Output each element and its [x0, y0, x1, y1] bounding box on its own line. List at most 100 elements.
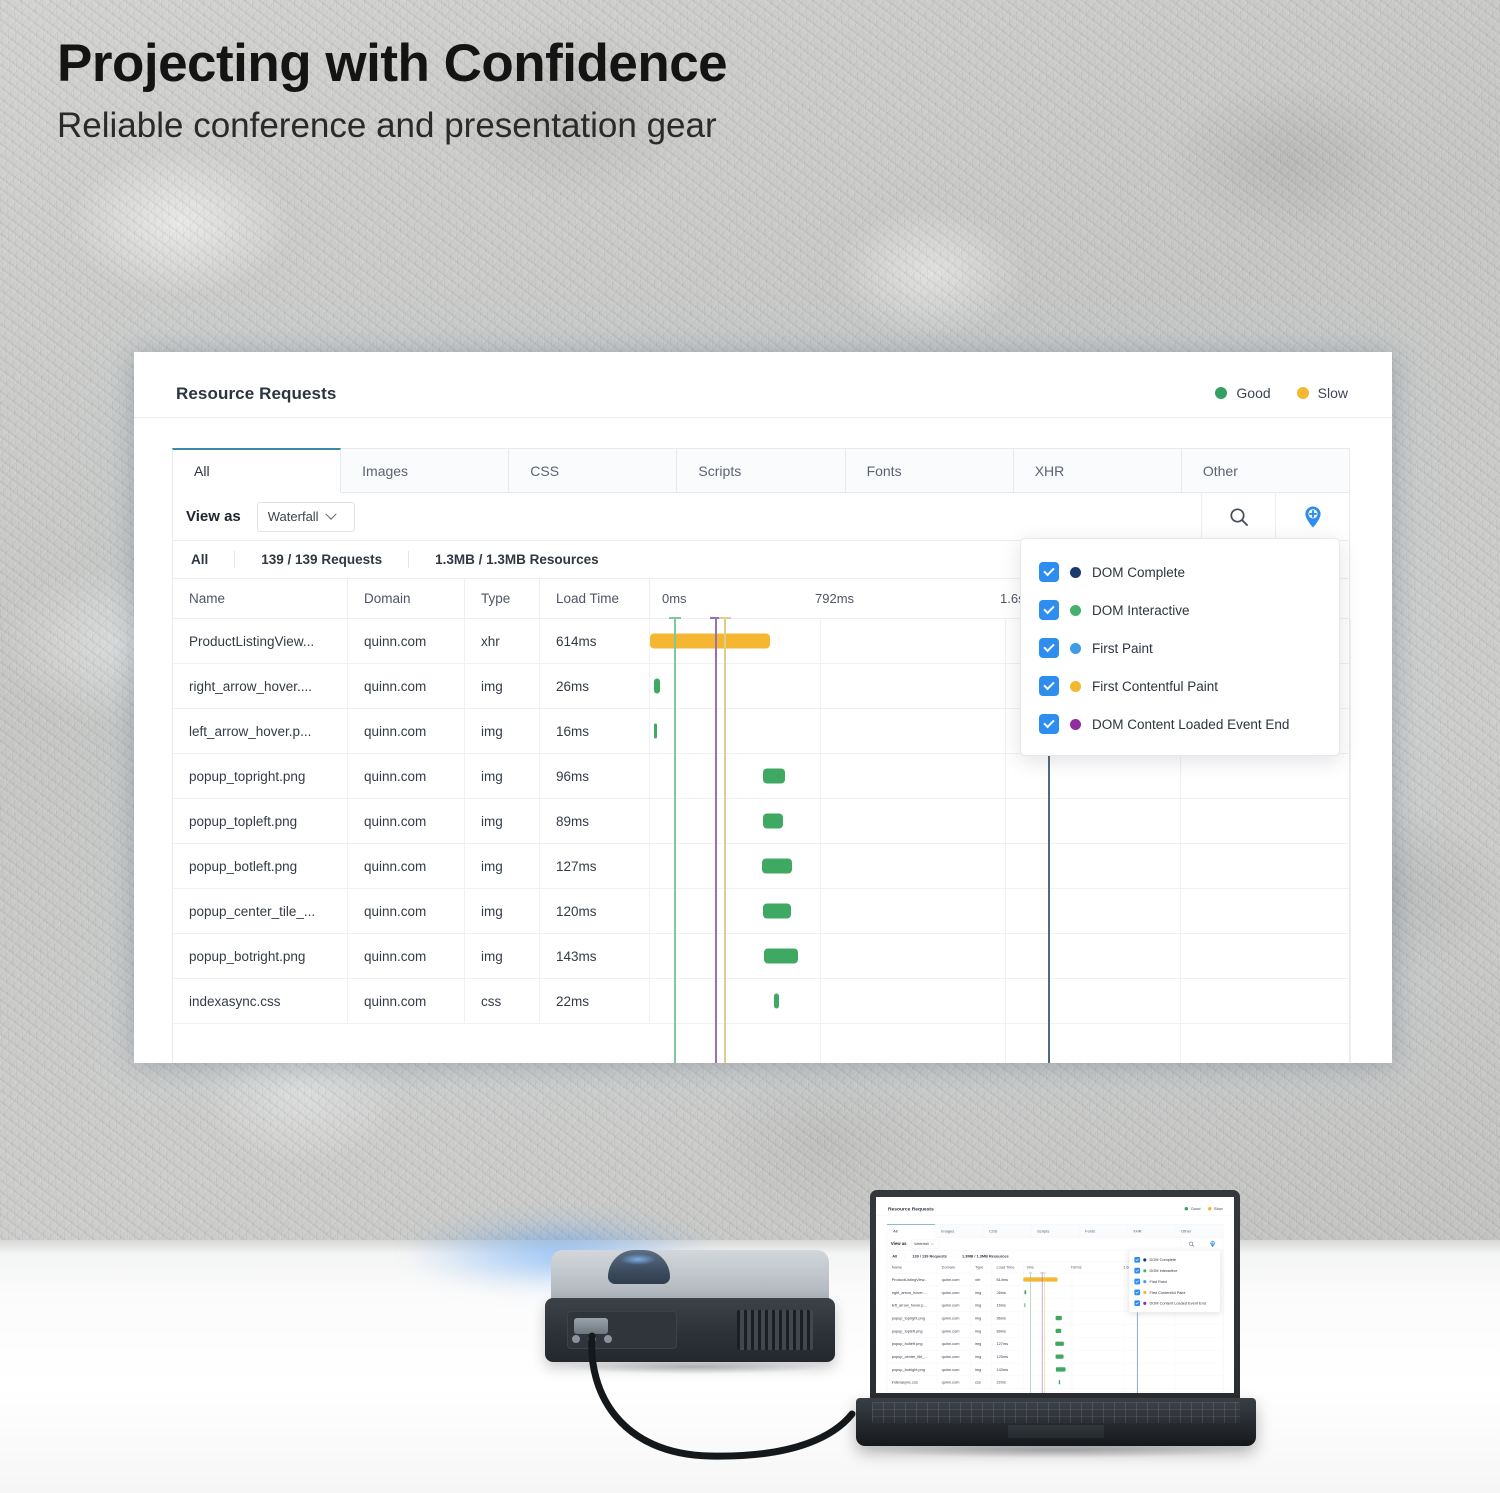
- checkbox-checked-icon[interactable]: [1039, 676, 1059, 696]
- event-marker-first-contentful-paint: [719, 617, 731, 1063]
- checkbox-checked-icon[interactable]: [1039, 600, 1059, 620]
- table-row: popup_botright.png quinn.com img 143ms: [887, 1363, 1223, 1377]
- waterfall-gridline-1: [1005, 619, 1006, 1063]
- table-row[interactable]: popup_topleft.png quinn.com img 89ms: [173, 798, 1349, 844]
- tab-scripts[interactable]: Scripts: [677, 448, 846, 493]
- legend-dot: [1184, 1206, 1189, 1211]
- search-button[interactable]: [1201, 492, 1275, 541]
- timeline-tick-1: 792ms: [1070, 1265, 1082, 1270]
- cell-name: ProductListingView...: [173, 618, 348, 664]
- cell-waterfall: [1023, 1337, 1223, 1350]
- dropdown-item-first-contentful-paint[interactable]: First Contentful Paint: [1021, 667, 1339, 705]
- checkbox-checked-icon[interactable]: [1039, 562, 1059, 582]
- tab-other[interactable]: Other: [1181, 448, 1350, 493]
- legend-label: Good: [1236, 385, 1271, 401]
- cell-load-time: 127ms: [992, 1337, 1024, 1351]
- laptop-trackpad[interactable]: [1008, 1425, 1104, 1438]
- tab-images[interactable]: Images: [341, 448, 510, 493]
- cell-name: popup_topleft.png: [887, 1324, 938, 1338]
- column-header-type[interactable]: Type: [465, 578, 540, 619]
- laptop-lid: Resource Requests Good Slow All Images CSS S…: [870, 1190, 1240, 1402]
- column-header-load-time[interactable]: Load Time: [540, 578, 650, 619]
- search-icon: [1229, 507, 1248, 526]
- legend-item-slow: Slow: [1207, 1206, 1223, 1211]
- hdmi-cable: [588, 1332, 856, 1460]
- marker-color-dot: [1143, 1258, 1147, 1262]
- dropdown-item-dom-complete: DOM Complete: [1129, 1254, 1220, 1265]
- view-as-value: Waterfall: [914, 1241, 929, 1247]
- tab-fonts[interactable]: Fonts: [845, 448, 1014, 493]
- table-row[interactable]: popup_botright.png quinn.com img 143ms: [173, 933, 1349, 979]
- waterfall-bar: [763, 903, 791, 919]
- tab-all[interactable]: All: [172, 448, 342, 493]
- cell-name: indexasync.css: [887, 1375, 938, 1389]
- waterfall-bar: [764, 948, 798, 964]
- waterfall-bar: [762, 858, 792, 874]
- cell-name: popup_botright.png: [887, 1363, 938, 1376]
- map-pin-add-icon: [1304, 506, 1321, 527]
- add-marker-button[interactable]: [1275, 492, 1349, 541]
- cell-domain: quinn.com: [937, 1285, 971, 1299]
- table-row[interactable]: indexasync.css quinn.com css 22ms: [173, 978, 1349, 1024]
- cell-load-time: 143ms: [992, 1363, 1024, 1376]
- cell-name: popup_botleft.png: [887, 1337, 938, 1351]
- checkbox-checked-icon[interactable]: [1039, 714, 1059, 734]
- cell-waterfall: [650, 934, 1349, 979]
- cell-domain: quinn.com: [348, 843, 465, 889]
- cell-type: img: [971, 1324, 992, 1338]
- checkbox-checked-icon[interactable]: [1039, 638, 1059, 658]
- legend-item-good: Good: [1184, 1206, 1201, 1211]
- dropdown-item-dom-complete[interactable]: DOM Complete: [1021, 553, 1339, 591]
- column-header-name: Name: [887, 1261, 938, 1274]
- cell-waterfall: [650, 754, 1349, 799]
- cell-load-time: 127ms: [540, 843, 650, 889]
- cell-type: img: [465, 753, 540, 799]
- marker-color-dot: [1143, 1279, 1147, 1284]
- column-header-domain[interactable]: Domain: [348, 578, 465, 619]
- table-row: indexasync.css quinn.com css 22ms: [887, 1375, 1223, 1389]
- laptop-keyboard[interactable]: [872, 1402, 1240, 1423]
- filter-tabs[interactable]: All Images CSS Scripts Fonts XHR Other: [172, 448, 1350, 493]
- view-as-select[interactable]: Waterfall: [256, 501, 355, 532]
- cell-name: right_arrow_hover....: [173, 663, 348, 709]
- map-pin-add-icon: [1210, 1240, 1215, 1247]
- tab-xhr[interactable]: XHR: [1013, 448, 1182, 493]
- search-button: [1180, 1237, 1202, 1251]
- legend-dot: [1207, 1206, 1212, 1211]
- marker-color-dot: [1070, 718, 1081, 730]
- cell-name: popup_botleft.png: [173, 843, 348, 889]
- waterfall-gridline-3: [1350, 619, 1351, 1063]
- marker-color-dot: [1070, 566, 1081, 578]
- event-marker-dom-content-loaded-event-end: [1040, 1272, 1044, 1393]
- marker-color-dot: [1143, 1301, 1147, 1305]
- table-row[interactable]: popup_topright.png quinn.com img 96ms: [173, 753, 1349, 799]
- add-marker-button: [1201, 1237, 1223, 1251]
- summary-divider: [234, 551, 236, 568]
- event-marker-dropdown[interactable]: DOM Complete DOM Interactive First Paint Fi…: [1020, 538, 1340, 756]
- dropdown-item-dom-content-loaded-event-end[interactable]: DOM Content Loaded Event End: [1021, 705, 1339, 743]
- projector-top-shell: [551, 1250, 829, 1304]
- cell-type: img: [971, 1285, 992, 1299]
- table-row[interactable]: popup_center_tile_... quinn.com img 120ms: [173, 888, 1349, 934]
- marker-color-dot: [1070, 642, 1081, 654]
- view-as-label: View as: [186, 508, 241, 525]
- tab-css[interactable]: CSS: [509, 448, 678, 493]
- cell-waterfall: [1023, 1363, 1223, 1376]
- cell-waterfall: [650, 889, 1349, 934]
- timeline-tick-0: 0ms: [1026, 1265, 1034, 1270]
- dropdown-item-first-paint[interactable]: First Paint: [1021, 629, 1339, 667]
- table-row[interactable]: popup_botleft.png quinn.com img 127ms: [173, 843, 1349, 889]
- cell-load-time: 26ms: [540, 663, 650, 709]
- checkbox-checked-icon: [1134, 1267, 1141, 1274]
- dropdown-item-dom-interactive[interactable]: DOM Interactive: [1021, 591, 1339, 629]
- column-header-load-time: Load Time: [992, 1261, 1024, 1274]
- chevron-down-icon: [930, 1241, 934, 1245]
- column-header-name[interactable]: Name: [173, 578, 348, 619]
- laptop-device: Resource Requests Good Slow All Images CSS S…: [856, 1190, 1256, 1458]
- view-as-value: Waterfall: [267, 509, 319, 524]
- cell-type: img: [971, 1350, 992, 1364]
- cell-domain: quinn.com: [937, 1350, 971, 1364]
- cell-load-time: 614ms: [540, 618, 650, 664]
- table-row: popup_center_tile_... quinn.com img 120ms: [887, 1350, 1223, 1364]
- cell-type: img: [971, 1337, 992, 1351]
